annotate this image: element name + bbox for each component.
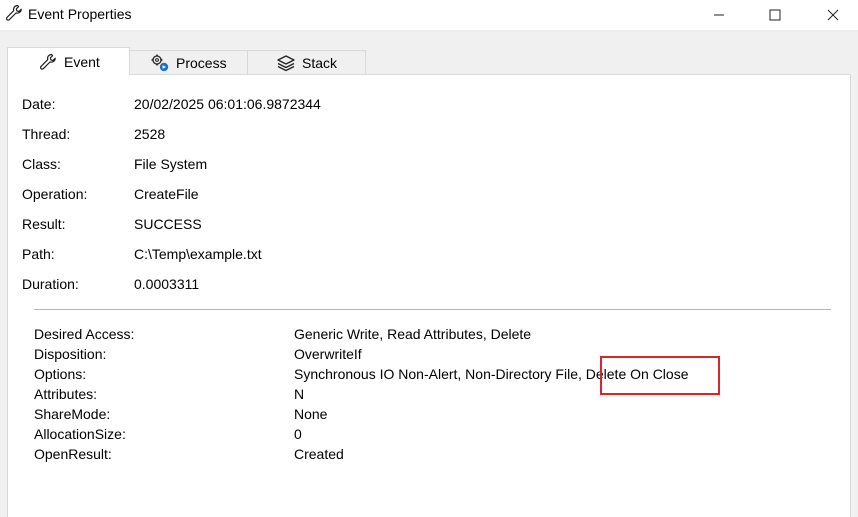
detail-label: Desired Access: <box>34 326 135 342</box>
detail-value: Generic Write, Read Attributes, Delete <box>294 326 532 342</box>
field-value: C:\Temp\example.txt <box>134 246 262 262</box>
wrench-icon <box>38 52 58 72</box>
field-value: File System <box>134 156 208 172</box>
close-icon <box>827 9 839 21</box>
detail-label: Options: <box>34 366 87 382</box>
field-value: 20/02/2025 06:01:06.9872344 <box>134 96 321 112</box>
field-label: Date: <box>22 96 56 112</box>
field-label: Path: <box>22 246 55 262</box>
field-value: 2528 <box>134 126 166 142</box>
layers-icon <box>276 53 296 73</box>
detail-value: N <box>294 386 305 402</box>
detail-value: Created <box>294 446 344 462</box>
tab-process[interactable]: Process <box>129 50 248 74</box>
title-bar: Event Properties <box>0 0 858 30</box>
detail-label: AllocationSize: <box>34 426 126 442</box>
field-label: Class: <box>22 156 61 172</box>
field-value: 0.0003311 <box>134 276 200 292</box>
field-label: Duration: <box>22 276 79 292</box>
detail-label: ShareMode: <box>34 406 111 422</box>
maximize-icon <box>769 9 781 21</box>
maximize-button[interactable] <box>752 0 798 30</box>
field-label: Thread: <box>22 126 71 142</box>
window-title: Event Properties <box>28 6 132 22</box>
wrench-icon <box>4 3 24 23</box>
annotation-highlight-box <box>600 356 720 395</box>
gears-icon <box>150 53 170 73</box>
separator <box>34 309 831 310</box>
field-value: SUCCESS <box>134 216 202 232</box>
tab-event-label: Event <box>64 53 100 70</box>
detail-value: OverwriteIf <box>294 346 362 362</box>
tab-process-label: Process <box>176 54 227 71</box>
detail-label: OpenResult: <box>34 446 112 462</box>
field-value: CreateFile <box>134 186 199 202</box>
detail-label: Disposition: <box>34 346 107 362</box>
detail-label: Attributes: <box>34 386 98 402</box>
minimize-icon <box>714 14 724 16</box>
tab-event[interactable]: Event <box>7 47 130 75</box>
event-properties-window: Event Properties Event Process Stack Dat… <box>0 0 858 517</box>
field-label: Operation: <box>22 186 88 202</box>
detail-value: None <box>294 406 328 422</box>
tab-stack[interactable]: Stack <box>247 50 366 74</box>
tab-stack-label: Stack <box>302 54 338 71</box>
field-label: Result: <box>22 216 66 232</box>
detail-value: 0 <box>294 426 302 442</box>
close-button[interactable] <box>810 0 856 30</box>
minimize-button[interactable] <box>696 0 742 30</box>
